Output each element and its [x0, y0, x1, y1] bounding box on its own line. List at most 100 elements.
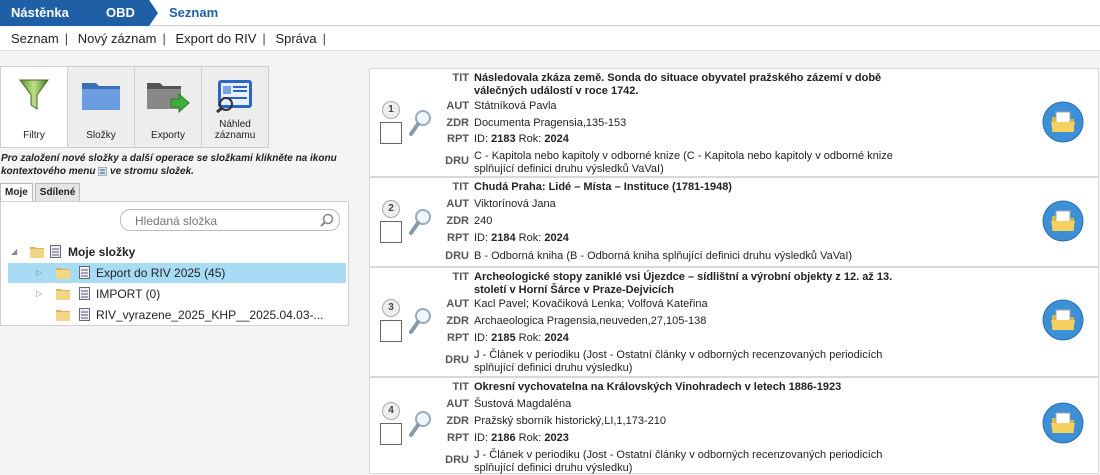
folder-icon [56, 310, 70, 321]
record-author: Viktorínová Jana [474, 198, 556, 210]
label-tit: TIT [452, 381, 470, 393]
open-record-icon[interactable] [1042, 200, 1084, 242]
open-record-icon[interactable] [1042, 101, 1084, 143]
record-type: C - Kapitola nebo kapitoly v odborné kni… [474, 150, 893, 175]
record-title[interactable]: Následovala zkáza země. Sonda do situace… [474, 72, 904, 98]
label-zdr: ZDR [446, 415, 469, 427]
context-menu-icon[interactable] [79, 266, 90, 279]
open-record-icon[interactable] [1042, 402, 1084, 444]
magnifier-icon[interactable] [409, 109, 433, 137]
record-rpt: ID: 2184 Rok: 2024 [474, 232, 569, 244]
context-menu-icon [97, 166, 108, 177]
record-checkbox[interactable] [380, 423, 402, 445]
tree-item-export-riv[interactable]: ▷ Export do RIV 2025 (45) [8, 263, 346, 283]
tab-sdilene[interactable]: Sdílené [34, 183, 81, 202]
tree-item-import[interactable]: ▷ IMPORT (0) [8, 284, 346, 304]
folders-label: Složky [86, 130, 116, 141]
record-title[interactable]: Chudá Praha: Lidé – Místa – Instituce (1… [474, 181, 904, 194]
record-number: 1 [382, 101, 400, 119]
label-zdr: ZDR [446, 117, 469, 129]
context-menu-icon[interactable] [79, 287, 90, 300]
record-row: TIT Následovala zkáza země. Sonda do sit… [369, 68, 1099, 177]
record-number: 3 [382, 299, 400, 317]
record-source: 240 [474, 215, 493, 227]
search-icon[interactable] [320, 213, 334, 227]
breadcrumb-seznam: Seznam [169, 5, 219, 20]
label-aut: AUT [446, 398, 469, 410]
menu-sprava[interactable]: Správa [275, 31, 316, 46]
expand-toggle-icon[interactable]: ▷ [36, 284, 46, 304]
magnifier-icon[interactable] [409, 307, 433, 335]
label-aut: AUT [446, 100, 469, 112]
toolbar: Filtry Složky Exporty Náhled záznamu [0, 66, 273, 148]
label-rpt: RPT [447, 133, 469, 145]
main-menu: Seznam | Nový záznam | Export do RIV | Sprá… [0, 27, 1100, 51]
folder-icon [82, 83, 120, 110]
tree-root-label: Moje složky [68, 245, 136, 259]
filters-button[interactable]: Filtry [0, 66, 68, 148]
menu-divider: | [262, 31, 266, 46]
open-record-icon[interactable] [1042, 299, 1084, 341]
record-number: 4 [382, 402, 400, 420]
record-rpt: ID: 2185 Rok: 2024 [474, 332, 569, 344]
folder-tree: Hledaná složka ◢ Moje složky ▷ Export do… [0, 201, 349, 326]
record-rpt: ID: 2183 Rok: 2024 [474, 133, 569, 145]
folder-search-input[interactable]: Hledaná složka [120, 209, 340, 231]
menu-divider: | [64, 31, 69, 46]
search-placeholder: Hledaná složka [135, 214, 218, 228]
record-type: J - Článek v periodiku (Jost - Ostatní č… [474, 349, 883, 374]
tree-item-label: Export do RIV 2025 (45) [96, 266, 226, 280]
magnifier-icon[interactable] [409, 208, 433, 236]
record-source: Pražský sborník historický,LI,1,173-210 [474, 415, 666, 427]
folder-icon [30, 247, 44, 258]
record-source: Documenta Pragensia,135-153 [474, 117, 627, 129]
exports-button[interactable]: Exporty [134, 66, 202, 148]
record-checkbox[interactable] [380, 122, 402, 144]
preview-button[interactable]: Náhled záznamu [201, 66, 269, 148]
menu-seznam[interactable]: Seznam [11, 31, 59, 46]
folder-export-icon [147, 83, 190, 114]
label-dru: DRU [445, 250, 469, 262]
label-aut: AUT [446, 298, 469, 310]
record-type: J - Článek v periodiku (Jost - Ostatní č… [474, 449, 883, 474]
filters-label: Filtry [23, 130, 45, 141]
label-rpt: RPT [447, 232, 469, 244]
label-dru: DRU [445, 354, 469, 366]
record-type: B - Odborná kniha (B - Odborná kniha spl… [474, 250, 853, 262]
record-source: Archaeologica Pragensia,neuveden,27,105-… [474, 315, 707, 327]
tree-root[interactable]: ◢ Moje složky [8, 242, 346, 262]
label-dru: DRU [445, 454, 469, 466]
menu-divider: | [162, 31, 166, 46]
expand-toggle-icon[interactable]: ▷ [36, 263, 46, 283]
label-rpt: RPT [447, 432, 469, 444]
record-checkbox[interactable] [380, 320, 402, 342]
label-zdr: ZDR [446, 215, 469, 227]
label-zdr: ZDR [446, 315, 469, 327]
magnifier-icon[interactable] [409, 410, 433, 438]
context-menu-icon[interactable] [79, 308, 90, 321]
folder-tabs: Moje Sdílené [0, 183, 82, 202]
record-row: TIT Archeologické stopy zaniklé vsi Újez… [369, 267, 1099, 377]
menu-novy-zaznam[interactable]: Nový záznam [78, 31, 157, 46]
record-preview-icon [216, 80, 252, 113]
folders-button[interactable]: Složky [67, 66, 135, 148]
preview-label: Náhled záznamu [214, 119, 256, 141]
menu-export-riv[interactable]: Export do RIV [175, 31, 256, 46]
breadcrumb-nastenka[interactable]: Nástěnka [0, 0, 96, 26]
context-menu-icon[interactable] [50, 245, 61, 258]
record-title[interactable]: Okresní vychovatelna na Královských Vino… [474, 381, 904, 394]
tree-item-riv-vyrazene[interactable]: RIV_vyrazene_2025_KHP__2025.04.03-... [8, 305, 346, 325]
record-title[interactable]: Archeologické stopy zaniklé vsi Újezdce … [474, 271, 904, 297]
label-dru: DRU [445, 155, 469, 167]
record-author: Kacl Pavel; Kovačiková Lenka; Volfová Ka… [474, 298, 708, 310]
exports-label: Exporty [151, 130, 185, 141]
record-checkbox[interactable] [380, 221, 402, 243]
label-rpt: RPT [447, 332, 469, 344]
collapse-toggle-icon[interactable]: ◢ [11, 242, 21, 262]
record-author: Státníková Pavla [474, 100, 557, 112]
tree-item-label: IMPORT (0) [96, 287, 161, 301]
folder-panel: Filtry Složky Exporty Náhled záznamu Pro… [0, 66, 350, 474]
record-row: TIT Chudá Praha: Lidé – Místa – Instituc… [369, 177, 1099, 267]
folder-icon [56, 268, 70, 279]
tab-moje[interactable]: Moje [0, 183, 33, 202]
